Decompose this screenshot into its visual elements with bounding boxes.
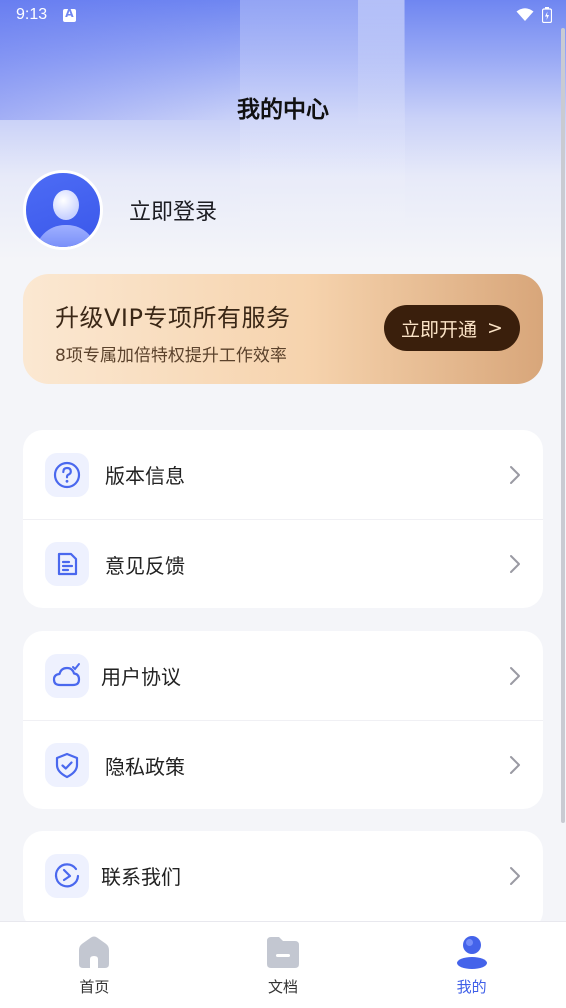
notification-icon: [63, 7, 77, 22]
menu-item-label: 联系我们: [101, 865, 181, 889]
menu-card-info: 版本信息 意见反馈: [23, 430, 543, 608]
user-icon: [456, 936, 487, 969]
status-icons: [516, 7, 552, 23]
menu-item-privacy[interactable]: 隐私政策: [23, 720, 543, 809]
vip-open-button[interactable]: 立即开通 >: [384, 305, 520, 351]
vip-button-arrow: >: [487, 317, 503, 339]
home-icon: [79, 936, 110, 968]
status-time: 9:13: [16, 6, 48, 23]
contact-icon: [45, 853, 89, 898]
chevron-right-icon: [510, 465, 520, 484]
menu-card-contact: 联系我们: [23, 831, 543, 931]
login-link[interactable]: 立即登录: [129, 194, 217, 226]
nav-item-docs[interactable]: 文档: [189, 922, 378, 1008]
page-title: 我的中心: [237, 97, 329, 123]
menu-item-label: 意见反馈: [105, 553, 185, 578]
question-icon: [45, 452, 89, 497]
menu-item-label: 隐私政策: [105, 754, 185, 779]
menu-card-legal: 用户协议 隐私政策: [23, 631, 543, 809]
scrollbar[interactable]: [561, 28, 565, 823]
nav-label: 首页: [79, 978, 110, 996]
menu-item-contact[interactable]: 联系我们: [23, 831, 543, 920]
nav-label: 我的: [456, 978, 487, 996]
menu-item-label: 版本信息: [105, 464, 185, 488]
avatar[interactable]: [23, 170, 103, 250]
feedback-icon: [45, 542, 89, 586]
chevron-right-icon: [510, 866, 520, 885]
menu-item-version[interactable]: 版本信息: [23, 430, 543, 519]
wifi-icon: [516, 8, 534, 21]
bottom-nav: 首页 文档 我的: [0, 921, 566, 1008]
cloud-icon: [45, 653, 89, 698]
vip-banner[interactable]: 升级VIP专项所有服务 8项专属加倍特权提升工作效率 立即开通 >: [23, 274, 543, 384]
nav-label: 文档: [268, 978, 299, 996]
vip-button-label: 立即开通: [401, 318, 478, 341]
menu-item-label: 用户协议: [101, 665, 181, 689]
menu-item-user-agreement[interactable]: 用户协议: [23, 631, 543, 720]
chevron-right-icon: [510, 555, 520, 573]
menu-item-feedback[interactable]: 意见反馈: [23, 519, 543, 608]
profile-section[interactable]: 立即登录: [23, 170, 217, 250]
shield-icon: [45, 743, 89, 787]
chevron-right-icon: [510, 666, 520, 685]
status-bar: 9:13: [0, 0, 566, 30]
nav-item-mine[interactable]: 我的: [377, 922, 566, 1008]
folder-icon: [267, 937, 299, 968]
nav-item-home[interactable]: 首页: [0, 922, 189, 1008]
battery-icon: [542, 7, 552, 23]
chevron-right-icon: [510, 756, 520, 774]
